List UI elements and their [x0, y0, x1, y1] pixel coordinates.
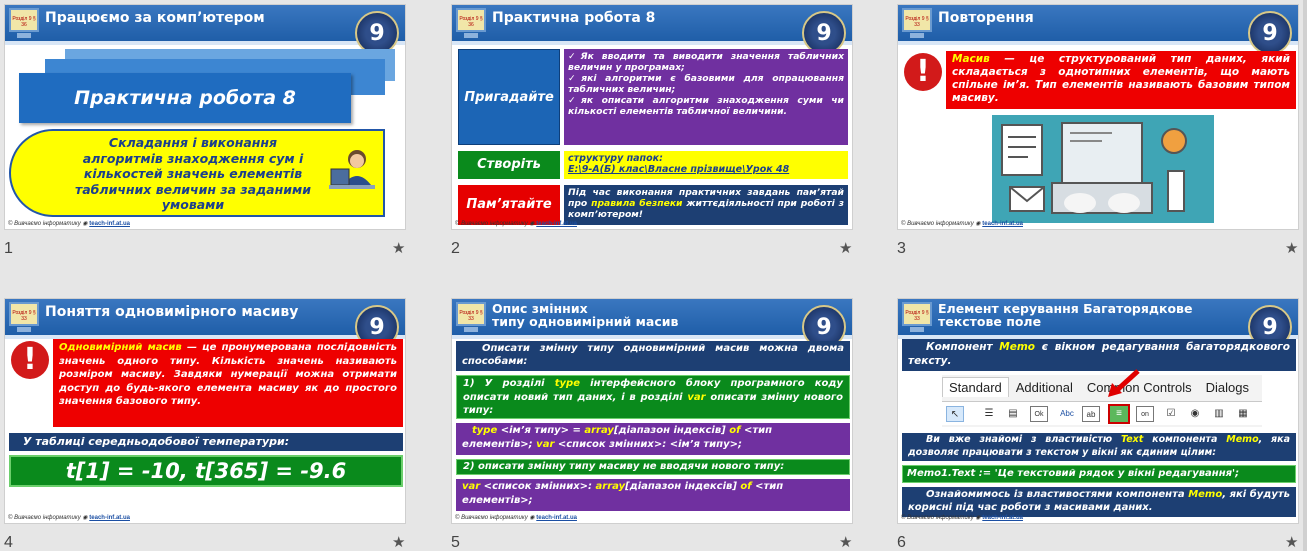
way2-box: 2) описати змінну типу масиву не вводячи…: [456, 459, 850, 475]
list-item: ✓як описати алгоритми знаходження суми ч…: [568, 95, 844, 117]
radiobutton-icon[interactable]: ◉: [1186, 406, 1204, 422]
footer: © Вивчаємо інформатику ◉ teach-inf.at.ua: [455, 221, 577, 227]
text-property-box: Ви вже знайомі з властивістю Text компон…: [902, 433, 1296, 461]
footer-link[interactable]: teach-inf.at.ua: [982, 221, 1023, 227]
slide-thumbnail-6[interactable]: Розділ 9 § 33 Елемент керування Багаторя…: [893, 294, 1299, 551]
edit-icon[interactable]: ab: [1082, 406, 1100, 422]
person-at-computer-icon: [329, 150, 375, 189]
monitor-icon: Розділ 9 § 33: [900, 6, 934, 40]
main-title-banner: Практична робота 8: [19, 73, 351, 123]
monitor-icon: Розділ 9 § 33: [454, 300, 488, 334]
main-title: Практична робота 8: [74, 87, 296, 109]
slide-title: Поняття одновимірного масиву: [45, 304, 299, 320]
slide-3[interactable]: Розділ 9 § 33 Повторення 9 ! Масив — це …: [897, 4, 1299, 230]
memo-icon[interactable]: ≡: [1108, 404, 1130, 424]
list-item: ✓які алгоритми є базовими для опрацюванн…: [568, 73, 844, 95]
footer: © Вивчаємо інформатику ◉ teach-inf.at.ua: [8, 515, 130, 521]
footer-link[interactable]: teach-inf.at.ua: [89, 221, 130, 227]
pointer-icon[interactable]: ↖: [946, 406, 964, 422]
slide-title: Практична робота 8: [492, 10, 656, 26]
component-palette: Standard Additional Common Controls Dialogs…: [942, 375, 1262, 427]
star-icon[interactable]: ★: [839, 533, 852, 551]
palette-tabs: Standard Additional Common Controls Dialogs: [942, 377, 1256, 398]
slide-title: Повторення: [938, 10, 1034, 26]
palette-icons: ↖ ☰ ▤ Ok Abc ab ≡ on ☑ ◉ ▥ ▦: [942, 401, 1262, 425]
definition-box: Масив — це структурований тип даних, яки…: [946, 51, 1296, 109]
footer-link[interactable]: teach-inf.at.ua: [89, 515, 130, 521]
table-caption-box: У таблиці середньодобової температури:: [9, 433, 403, 451]
slide-title: Опис змінних типу одновимірний масив: [492, 301, 679, 329]
recall-label: Пригадайте: [458, 49, 560, 145]
star-icon[interactable]: ★: [1285, 239, 1298, 257]
checkbox-icon[interactable]: ☑: [1162, 406, 1180, 422]
slide-title: Працюємо за комп’ютером: [45, 10, 265, 26]
footer: © Вивчаємо інформатику ◉ teach-inf.at.ua: [901, 221, 1023, 227]
code-box: Memo1.Text := 'Це текстовий рядок у вікн…: [902, 465, 1296, 483]
star-icon[interactable]: ★: [839, 239, 852, 257]
slide-2[interactable]: Розділ 9 § 36 Практична робота 8 9 Прига…: [451, 4, 853, 230]
label-icon[interactable]: Abc: [1056, 406, 1078, 422]
mainmenu-icon[interactable]: ☰: [980, 406, 998, 422]
monitor-icon: Розділ 9 § 33: [7, 300, 41, 334]
slide-1[interactable]: Розділ 9 § 36 Працюємо за комп’ютером 9 …: [4, 4, 406, 230]
exclamation-icon: !: [11, 341, 49, 379]
monitor-icon: Розділ 9 § 36: [7, 6, 41, 40]
slide-number: 6: [897, 534, 906, 551]
slide-thumbnail-5[interactable]: Розділ 9 § 33 Опис змінних типу одновимір…: [447, 294, 853, 551]
footer-link[interactable]: teach-inf.at.ua: [982, 515, 1023, 521]
footer-link[interactable]: teach-inf.at.ua: [536, 515, 577, 521]
tab-additional[interactable]: Additional: [1009, 377, 1080, 398]
footer: © Вивчаємо інформатику ◉ teach-inf.at.ua: [8, 221, 130, 227]
red-arrow-icon: [1108, 369, 1140, 397]
monitor-icon: Розділ 9 § 33: [900, 300, 934, 334]
intro-box: Описати змінну типу одновимірний масив м…: [456, 341, 850, 371]
monitor-icon: Розділ 9 § 36: [454, 6, 488, 40]
slide-5[interactable]: Розділ 9 § 33 Опис змінних типу одновимір…: [451, 298, 853, 524]
tab-dialogs[interactable]: Dialogs: [1199, 377, 1256, 398]
slide-number: 5: [451, 534, 460, 551]
footer: © Вивчаємо інформатику ◉ teach-inf.at.ua: [455, 515, 577, 521]
grade-badge-icon: 9: [1248, 11, 1292, 55]
code1-box: type <ім’я типу> = array[діапазон індекс…: [456, 423, 850, 455]
footer: © Вивчаємо інформатику ◉ teach-inf.at.ua: [901, 515, 1023, 521]
popupmenu-icon[interactable]: ▤: [1004, 406, 1022, 422]
remember-label: Пам’ятайте: [458, 185, 560, 225]
slide-4[interactable]: Розділ 9 § 33 Поняття одновимірного маси…: [4, 298, 406, 524]
definition-box: Одновимірний масив — це пронумерована по…: [53, 339, 403, 427]
slide-thumbnail-4[interactable]: Розділ 9 § 33 Поняття одновимірного маси…: [0, 294, 406, 551]
button-icon[interactable]: Ok: [1030, 406, 1048, 422]
code2-box: var <список змінних>: array[діапазон інд…: [456, 479, 850, 511]
create-label: Створіть: [458, 151, 560, 179]
combobox-icon[interactable]: ▦: [1234, 406, 1252, 422]
listbox-icon[interactable]: ▥: [1210, 406, 1228, 422]
star-icon[interactable]: ★: [392, 239, 405, 257]
laptop-illustration: [992, 115, 1214, 223]
footer-link[interactable]: teach-inf.at.ua: [536, 221, 577, 227]
star-icon[interactable]: ★: [1285, 533, 1298, 551]
formula-box: t[1] = -10, t[365] = -9.6: [9, 455, 403, 487]
slide-6[interactable]: Розділ 9 § 33 Елемент керування Багаторя…: [897, 298, 1299, 524]
slide-number: 3: [897, 240, 906, 257]
outro-box: Ознайомимось із властивостями компонента…: [902, 487, 1296, 517]
slide-number: 1: [4, 240, 13, 257]
list-item: ✓Як вводити та виводити значення табличн…: [568, 51, 845, 73]
slide-thumbnail-3[interactable]: Розділ 9 § 33 Повторення 9 ! Масив — це …: [893, 0, 1299, 275]
scrollbar[interactable]: [1303, 0, 1307, 551]
remember-text: Під час виконання практичних завдань пам…: [564, 185, 848, 225]
slide-thumbnail-1[interactable]: Розділ 9 § 36 Працюємо за комп’ютером 9 …: [0, 0, 406, 275]
tab-standard[interactable]: Standard: [942, 377, 1009, 397]
slide-number: 4: [4, 534, 13, 551]
slide-number: 2: [451, 240, 460, 257]
star-icon[interactable]: ★: [392, 533, 405, 551]
way1-box: 1) У розділі type інтерфейсного блоку пр…: [456, 375, 850, 419]
slide-thumbnail-2[interactable]: Розділ 9 § 36 Практична робота 8 9 Прига…: [447, 0, 853, 275]
recall-list: ✓Як вводити та виводити значення табличн…: [564, 49, 848, 145]
intro-box: Компонент Memo є вікном редагування бага…: [902, 339, 1296, 371]
exclamation-icon: !: [904, 53, 942, 91]
togglebox-icon[interactable]: on: [1136, 406, 1154, 422]
slide-title: Елемент керування Багаторядкове текстове …: [938, 301, 1193, 329]
subtitle: Складання і виконання алгоритмів знаходж…: [75, 135, 311, 212]
create-text: структуру папок: E:\9-А(Б) клас\Власне п…: [564, 151, 848, 179]
